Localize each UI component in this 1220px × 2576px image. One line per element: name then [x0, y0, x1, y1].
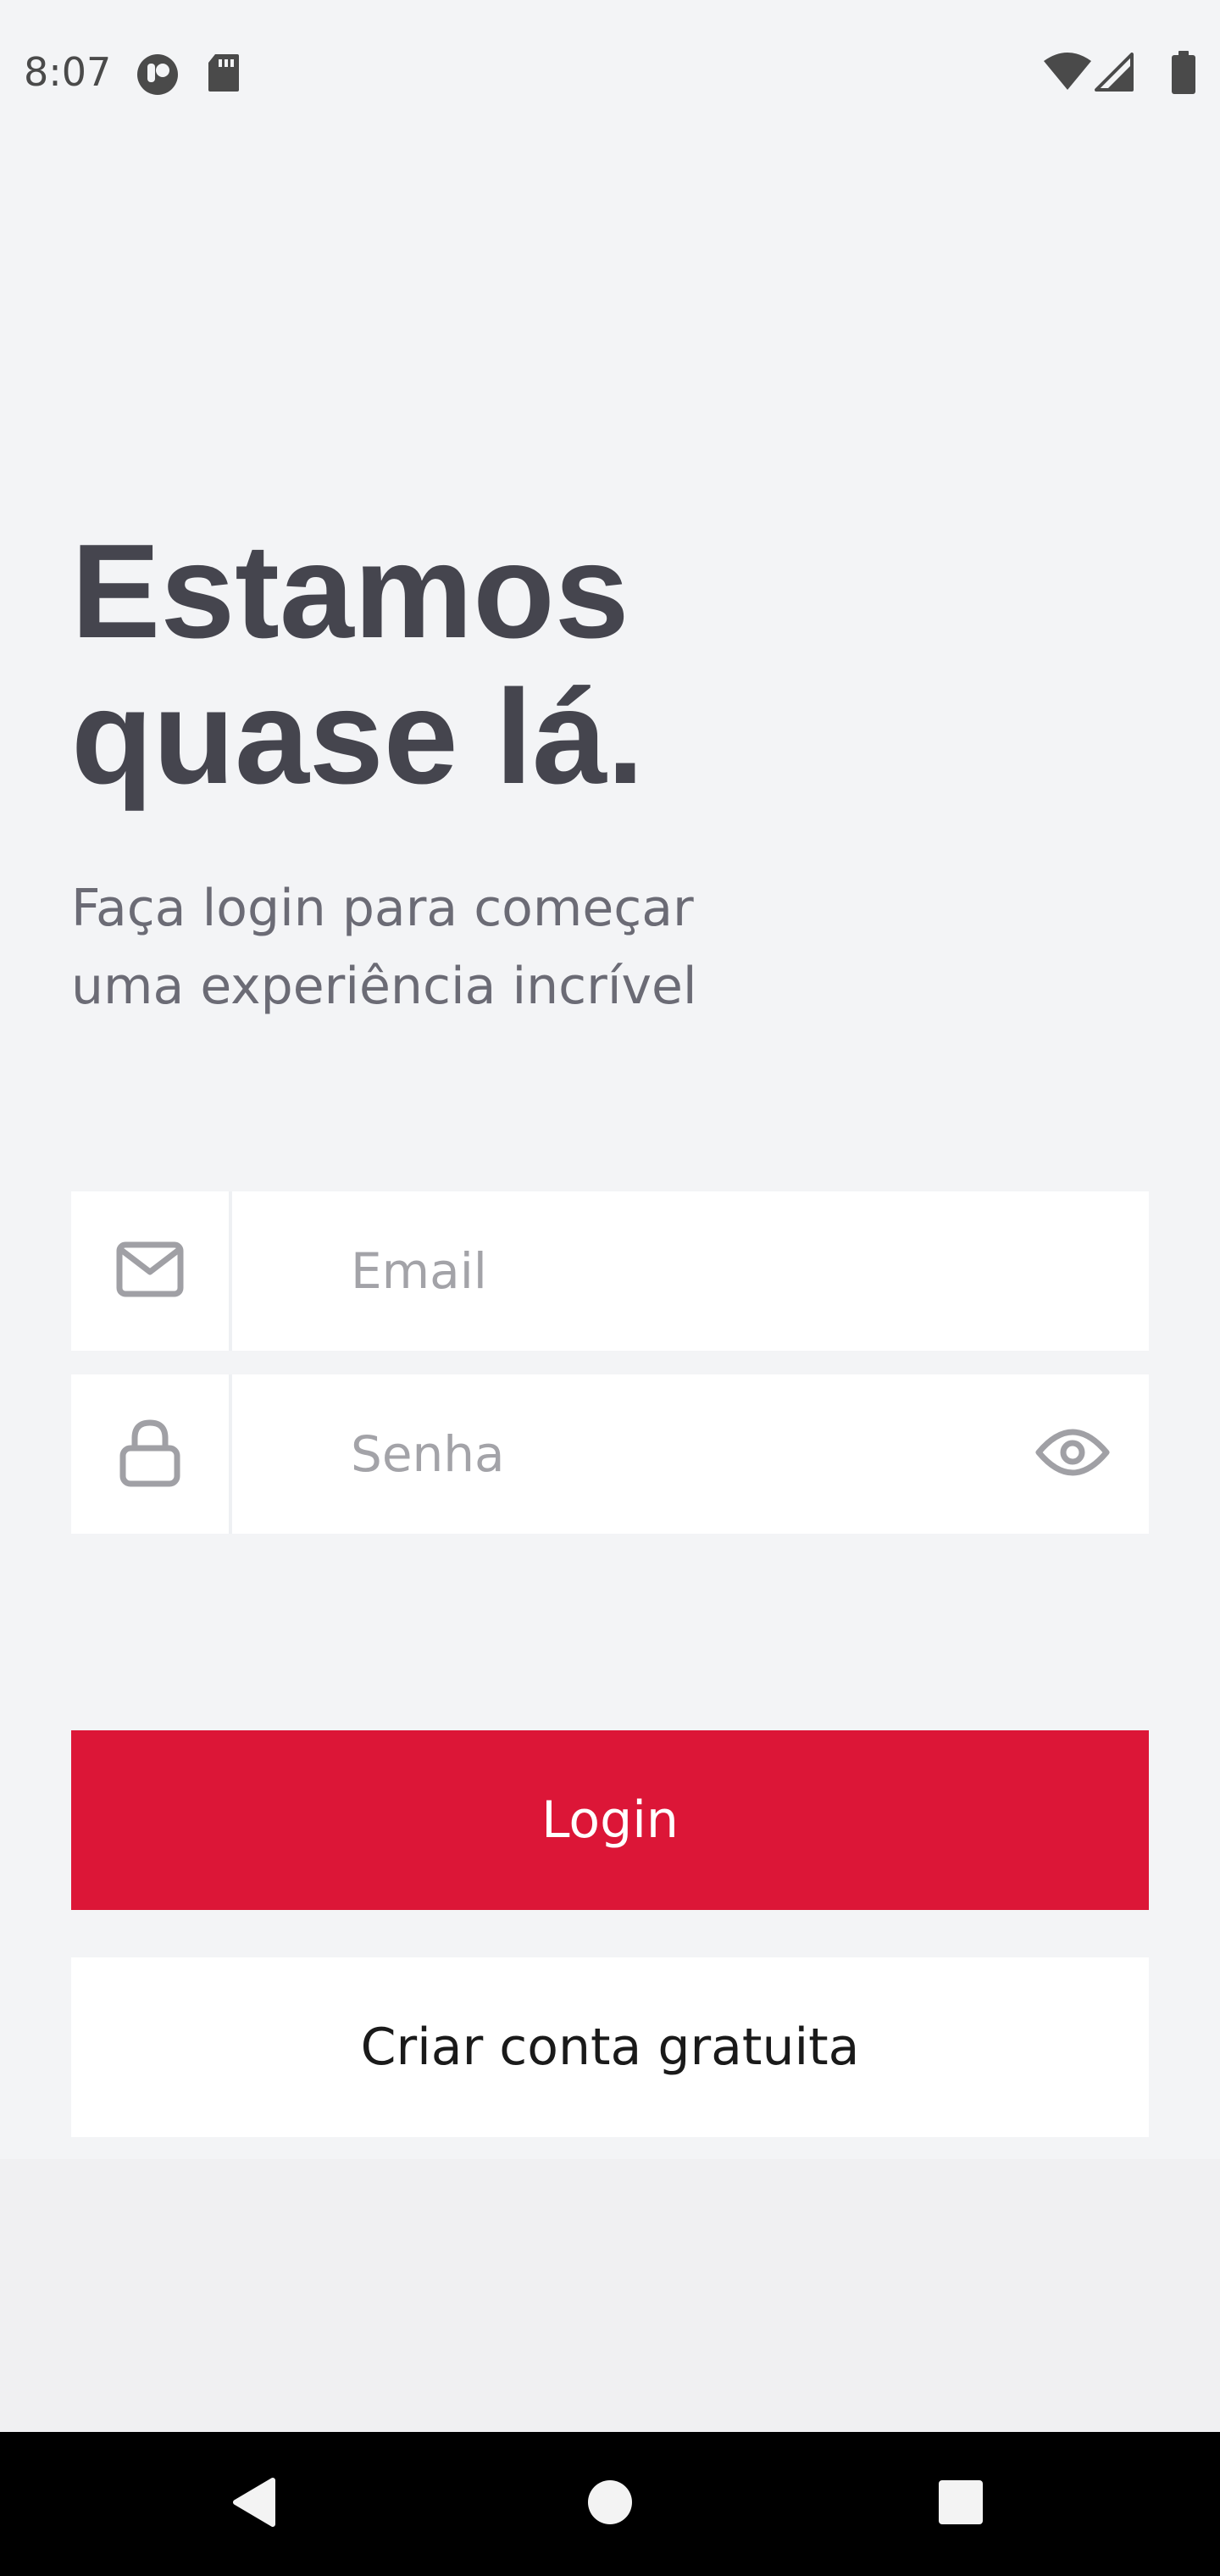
password-input[interactable]: [236, 1374, 1149, 1534]
status-time: 8:07: [24, 49, 112, 95]
cell-signal-icon: [1095, 53, 1134, 96]
mail-icon: [116, 1241, 184, 1302]
title-line-2: quase lá.: [71, 663, 645, 812]
home-icon: [586, 2479, 634, 2530]
subtitle-line-2: uma experiência incrível: [71, 957, 697, 1016]
subtitle-line-1: Faça login para começar: [71, 879, 694, 938]
title-line-1: Estamos: [71, 517, 629, 666]
bottom-spacer: [0, 2159, 1220, 2432]
login-screen: 8:07 Estamos quase lá. Faça login para c…: [0, 0, 1220, 2576]
show-password-button[interactable]: [1034, 1417, 1112, 1491]
sd-card-icon: [207, 53, 241, 97]
battery-icon: [1171, 51, 1196, 99]
login-button[interactable]: Login: [71, 1730, 1149, 1910]
nav-recents-button[interactable]: [893, 2432, 1029, 2576]
status-bar: 8:07: [0, 0, 1220, 144]
navigation-bar: [0, 2432, 1220, 2576]
nav-back-button[interactable]: [186, 2432, 322, 2576]
email-icon-cell: [71, 1191, 232, 1351]
email-field[interactable]: [71, 1191, 1149, 1351]
page-subtitle: Faça login para começar uma experiência …: [71, 869, 834, 1025]
back-icon: [230, 2477, 278, 2532]
create-account-button[interactable]: Criar conta gratuita: [71, 1957, 1149, 2137]
email-input[interactable]: [236, 1191, 1149, 1351]
nav-home-button[interactable]: [542, 2432, 678, 2576]
password-icon-cell: [71, 1374, 232, 1534]
recents-icon: [937, 2479, 984, 2530]
lock-icon: [119, 1418, 180, 1491]
page-title: Estamos quase lá.: [71, 519, 834, 810]
wifi-icon: [1044, 53, 1091, 94]
eye-icon: [1035, 1425, 1110, 1484]
password-field[interactable]: [71, 1374, 1149, 1534]
app-notification-icon: [136, 53, 180, 101]
